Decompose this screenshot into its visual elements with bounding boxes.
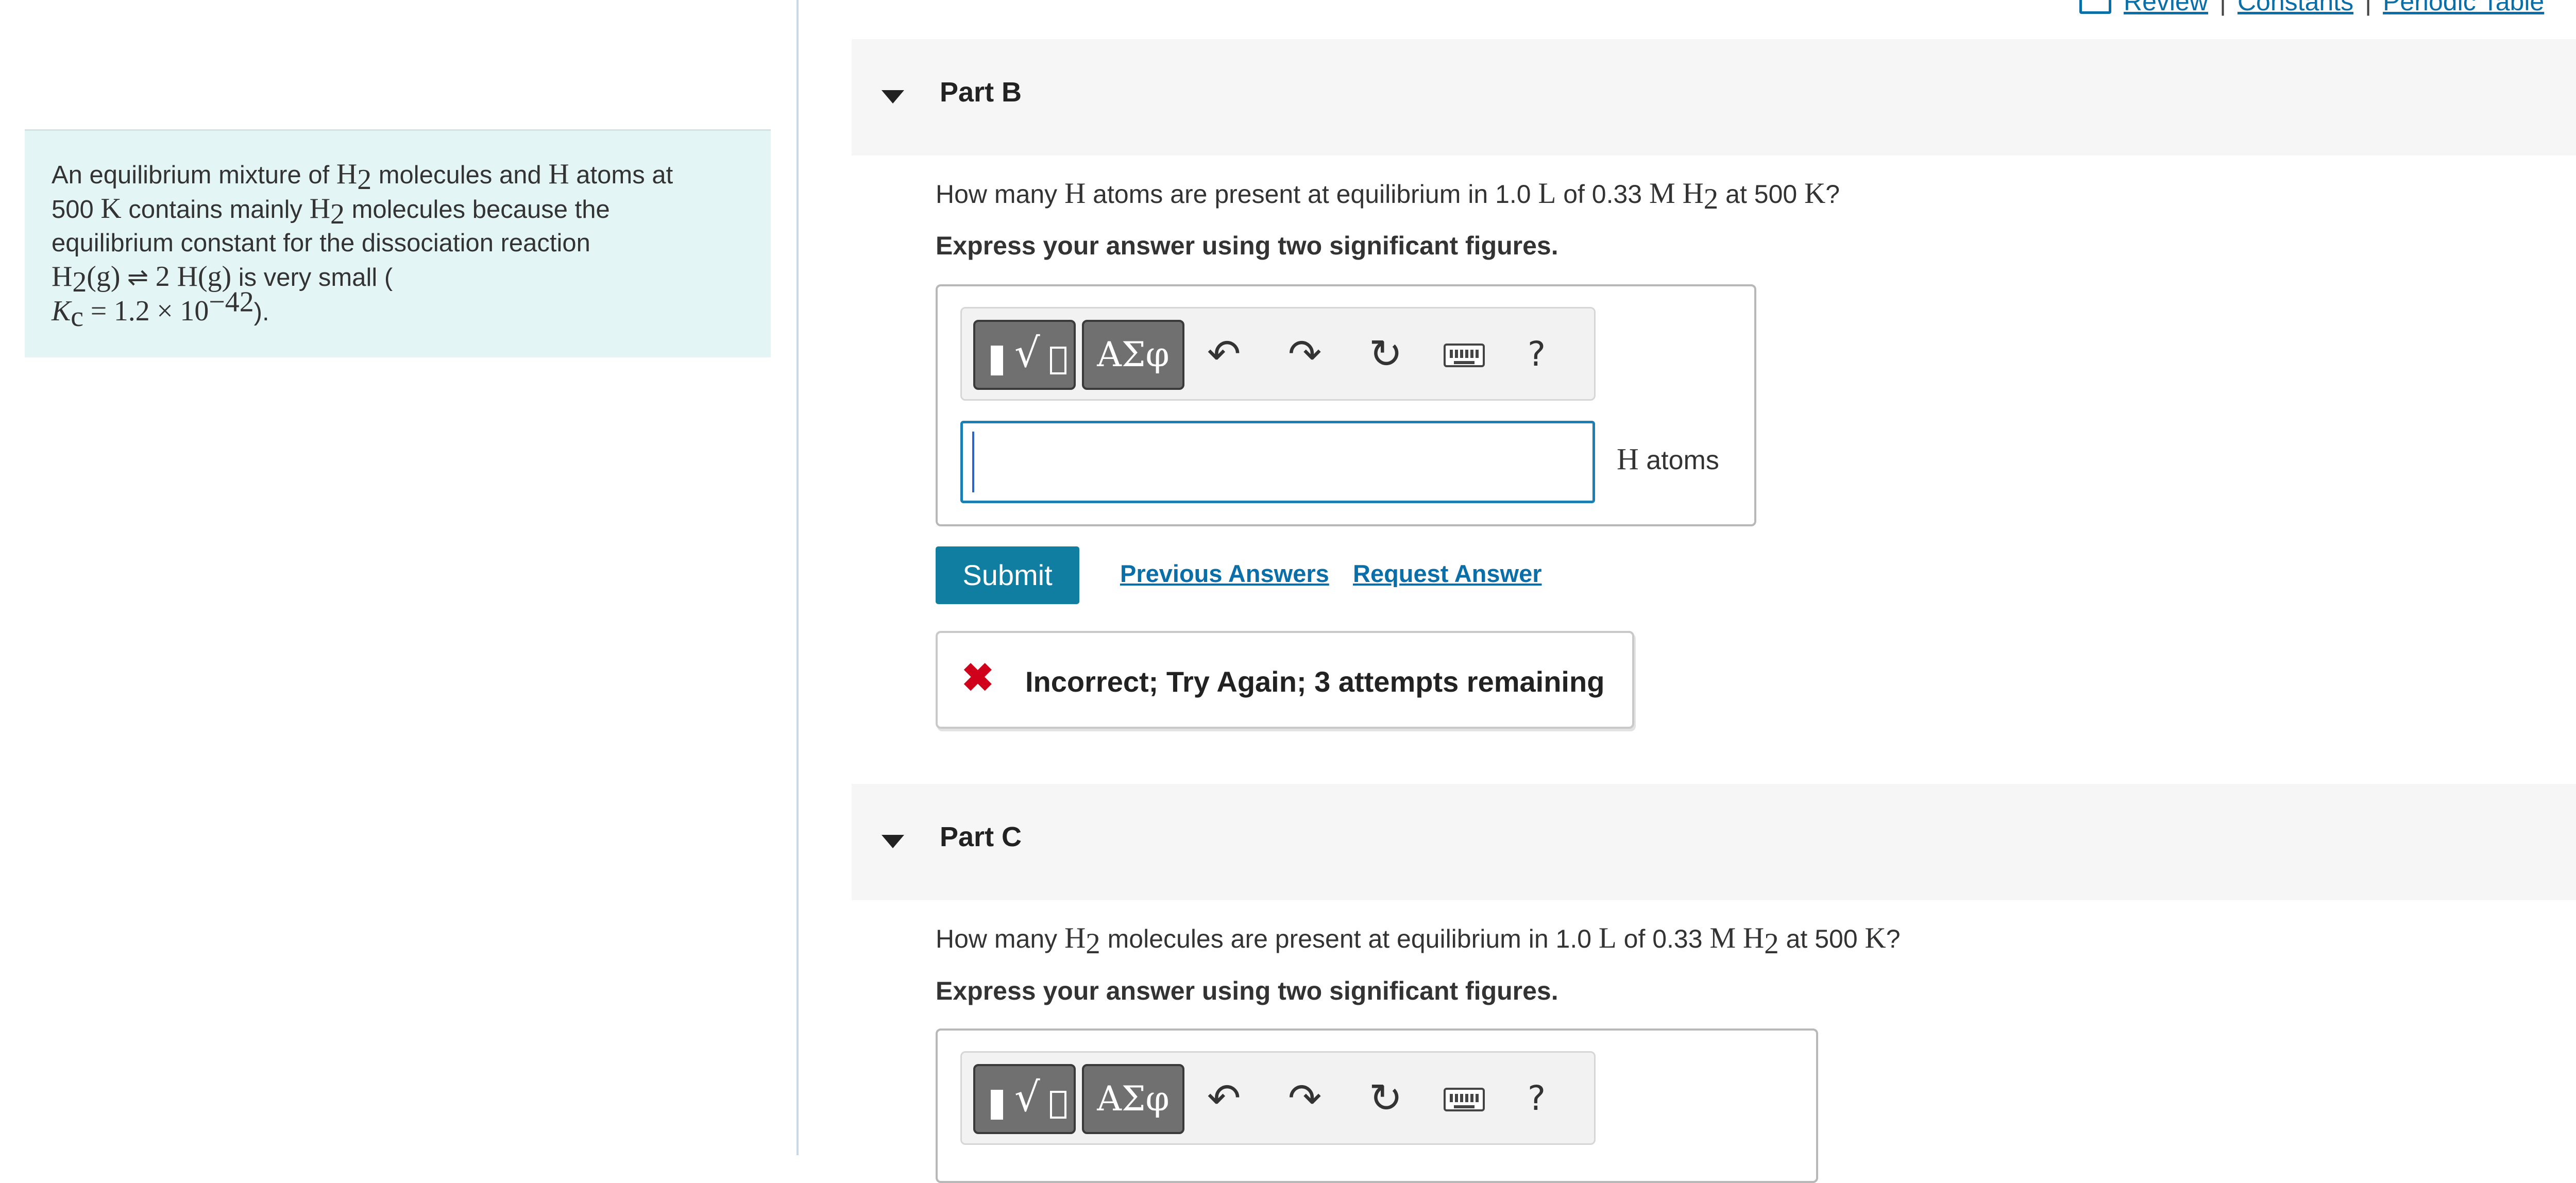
answer-input[interactable] <box>960 421 1595 503</box>
undo-icon[interactable]: ↶ <box>1207 331 1241 378</box>
separator: | <box>2365 0 2372 16</box>
top-links: Review | Constants | Periodic Table <box>2079 0 2544 16</box>
templates-icon[interactable]: √ <box>973 320 1076 390</box>
redo-icon[interactable]: ↷ <box>1288 331 1321 378</box>
separator: | <box>2219 0 2226 16</box>
help-icon[interactable]: ? <box>1528 1075 1546 1122</box>
part-b-answer-box: √ ΑΣφ ↶ ↷ ↻ ? H atoms <box>936 284 1756 526</box>
reset-icon[interactable]: ↻ <box>1369 331 1402 378</box>
intro-line-1: An equilibrium mixture of H2 molecules a… <box>52 158 673 196</box>
review-link[interactable]: Review <box>2124 0 2208 16</box>
equilibrium-constant: Kc = 1.2 × 10−42). <box>52 286 269 333</box>
constants-link[interactable]: Constants <box>2238 0 2353 16</box>
text-cursor <box>972 432 974 492</box>
error-x-icon: ✖ <box>961 656 994 700</box>
part-b-question: How many H atoms are present at equilibr… <box>936 177 1840 215</box>
book-icon <box>2079 0 2111 14</box>
feedback-message: ✖ Incorrect; Try Again; 3 attempts remai… <box>936 631 1634 729</box>
undo-icon[interactable]: ↶ <box>1207 1075 1241 1122</box>
reaction-equation: H2(g) ⇌ 2 H(g) is very small ( <box>52 261 393 298</box>
math-toolbar: √ ΑΣφ ↶ ↷ ↻ ? <box>960 1051 1596 1145</box>
feedback-text: Incorrect; Try Again; 3 attempts remaini… <box>1025 665 1605 698</box>
intro-line-2: 500 K contains mainly H2 molecules becau… <box>52 193 610 230</box>
math-toolbar: √ ΑΣφ ↶ ↷ ↻ ? <box>960 307 1596 401</box>
keyboard-icon[interactable] <box>1444 1088 1485 1111</box>
redo-icon[interactable]: ↷ <box>1288 1075 1321 1122</box>
part-c-title: Part C <box>940 821 1022 852</box>
symbols-button[interactable]: ΑΣφ <box>1082 1064 1184 1134</box>
templates-icon[interactable]: √ <box>973 1064 1076 1134</box>
part-c-header[interactable]: Part C <box>852 784 2576 900</box>
symbols-button[interactable]: ΑΣφ <box>1082 320 1184 390</box>
caret-down-icon[interactable] <box>882 90 904 104</box>
part-b-title: Part B <box>940 77 1022 108</box>
reset-icon[interactable]: ↻ <box>1369 1075 1402 1122</box>
part-c-answer-box: √ ΑΣφ ↶ ↷ ↻ ? <box>936 1028 1818 1183</box>
request-answer-link[interactable]: Request Answer <box>1353 559 1542 588</box>
part-c-question: How many H2 molecules are present at equ… <box>936 922 1901 960</box>
answer-unit: H atoms <box>1617 442 1719 476</box>
part-c-instruction: Express your answer using two significan… <box>936 976 1558 1005</box>
intro-line-3: equilibrium constant for the dissociatio… <box>52 229 590 257</box>
problem-intro-panel: An equilibrium mixture of H2 molecules a… <box>25 129 771 357</box>
periodic-table-link[interactable]: Periodic Table <box>2383 0 2544 16</box>
part-b-header[interactable]: Part B <box>852 39 2576 156</box>
keyboard-icon[interactable] <box>1444 344 1485 367</box>
caret-down-icon[interactable] <box>882 835 904 848</box>
submit-button[interactable]: Submit <box>936 546 1079 604</box>
part-b-instruction: Express your answer using two significan… <box>936 231 1558 260</box>
panel-divider <box>796 0 799 1155</box>
help-icon[interactable]: ? <box>1528 331 1546 378</box>
previous-answers-link[interactable]: Previous Answers <box>1120 559 1329 588</box>
